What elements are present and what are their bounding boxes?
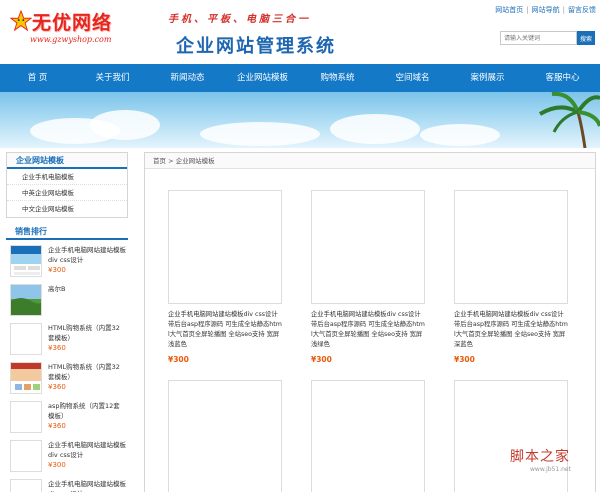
product-thumbnail[interactable] (10, 284, 42, 316)
star-icon (10, 10, 32, 32)
list-item[interactable]: 企业手机电脑网站建站模板div css设计 ¥300 (6, 242, 128, 279)
logo-text: 无优网络 (32, 12, 113, 34)
list-item[interactable]: HTML购物系统（内置32套模板） ¥360 (6, 320, 128, 357)
nav-item-shop[interactable]: 购物系统 (300, 64, 375, 92)
nav-item-about[interactable]: 关于我们 (75, 64, 150, 92)
product-thumbnail[interactable] (10, 401, 42, 433)
category-title: 企业网站模板 (7, 153, 127, 169)
cloud (200, 122, 320, 146)
nav-item-service[interactable]: 客服中心 (525, 64, 600, 92)
product-image[interactable] (454, 190, 568, 304)
main-nav: 首 页 关于我们 新闻动态 企业网站模板 购物系统 空间域名 案例展示 客服中心 (0, 64, 600, 92)
product-card[interactable]: 企业手机电脑网站建站模板div css设计 带后台asp程序源码 可生成全站静态… (168, 190, 282, 364)
top-link-sitemap[interactable]: 网站导航 (532, 6, 560, 14)
sidebar-item-chinese-templates[interactable]: 中文企业网站模板 (7, 201, 127, 217)
product-card[interactable]: 企业手机电脑网站建站模板div css设计 带后台asp程序源码 可生成全站静态… (311, 190, 425, 364)
product-thumbnail[interactable] (10, 245, 42, 277)
product-name[interactable]: 企业手机电脑网站建站模板div css设计 (48, 245, 126, 265)
watermark-url: www.jb51.net (530, 466, 571, 473)
sidebar-item-mobile-templates[interactable]: 企业手机电脑模板 (7, 169, 127, 185)
product-price: ¥300 (48, 461, 66, 469)
product-thumbnail[interactable] (10, 479, 42, 492)
top-link-feedback[interactable]: 留言反馈 (568, 6, 596, 14)
nav-item-templates[interactable]: 企业网站模板 (225, 64, 300, 92)
product-description[interactable]: 企业手机电脑网站建站模板div css设计 带后台asp程序源码 可生成全站静态… (168, 310, 282, 350)
product-price: ¥300 (48, 266, 66, 274)
breadcrumb-separator: > (168, 157, 174, 165)
cloud (330, 114, 420, 144)
list-item[interactable]: 高尔B (6, 281, 128, 318)
watermark: 脚本之家 (510, 449, 570, 465)
top-links: 网站首页 | 网站导航 | 留言反馈 (495, 6, 596, 14)
main-content: 首页 > 企业网站模板 企业手机电脑网站建站模板div css设计 带后台asp… (144, 152, 596, 492)
product-card[interactable]: 企业手机电脑网站建站模板div css设计 带后台asp程序源码 可生成全站静态… (454, 190, 568, 364)
product-name[interactable]: 高尔B (48, 284, 126, 294)
product-image[interactable] (168, 190, 282, 304)
slogan: 手机、平板、电脑三合一 (168, 14, 311, 25)
product-thumbnail[interactable] (10, 440, 42, 472)
list-item[interactable]: HTML购物系统（内置32套模板） ¥360 (6, 359, 128, 396)
search-button[interactable]: 搜索 (577, 31, 595, 45)
product-thumbnail[interactable] (10, 323, 42, 355)
breadcrumb: 首页 > 企业网站模板 (145, 153, 595, 169)
product-card[interactable] (168, 380, 282, 492)
product-price: ¥300 (454, 355, 475, 364)
list-item[interactable]: 企业手机电脑网站建站模板div css设计 (6, 476, 128, 492)
logo-url: www.gzwyshop.com (30, 35, 112, 44)
sidebar-item-bilingual-templates[interactable]: 中英企业网站模板 (7, 185, 127, 201)
nav-item-domains[interactable]: 空间域名 (375, 64, 450, 92)
product-image[interactable] (311, 190, 425, 304)
product-price: ¥300 (311, 355, 332, 364)
list-item[interactable]: asp购物系统（内置12套模板） ¥360 (6, 398, 128, 435)
banner (0, 92, 600, 148)
product-name[interactable]: 企业手机电脑网站建站模板div css设计 (48, 479, 126, 492)
breadcrumb-current: 企业网站模板 (175, 157, 215, 165)
search-bar: 搜索 (500, 31, 595, 45)
product-description[interactable]: 企业手机电脑网站建站模板div css设计 带后台asp程序源码 可生成全站静态… (454, 310, 568, 350)
product-description[interactable]: 企业手机电脑网站建站模板div css设计 带后台asp程序源码 可生成全站静态… (311, 310, 425, 350)
product-name[interactable]: HTML购物系统（内置32套模板） (48, 323, 126, 343)
product-image[interactable] (311, 380, 425, 492)
header: 无优网络 www.gzwyshop.com 手机、平板、电脑三合一 企业网站管理… (0, 0, 600, 64)
product-price: ¥360 (48, 422, 66, 430)
nav-item-news[interactable]: 新闻动态 (150, 64, 225, 92)
product-name[interactable]: HTML购物系统（内置32套模板） (48, 362, 126, 382)
breadcrumb-home[interactable]: 首页 (153, 157, 166, 165)
nav-item-cases[interactable]: 案例展示 (450, 64, 525, 92)
sidebar: 企业网站模板 企业手机电脑模板 中英企业网站模板 中文企业网站模板 销售排行 企… (6, 152, 128, 492)
list-item[interactable]: 企业手机电脑网站建站模板div css设计 ¥300 (6, 437, 128, 474)
product-thumbnail[interactable] (10, 362, 42, 394)
palm-tree-icon (538, 92, 600, 148)
product-image[interactable] (168, 380, 282, 492)
product-name[interactable]: 企业手机电脑网站建站模板div css设计 (48, 440, 126, 460)
product-image[interactable] (454, 380, 568, 492)
nav-item-home[interactable]: 首 页 (0, 64, 75, 92)
product-price: ¥360 (48, 383, 66, 391)
cloud (420, 124, 500, 146)
sales-title: 销售排行 (6, 224, 128, 240)
product-card[interactable] (311, 380, 425, 492)
site-title: 企业网站管理系统 (176, 36, 336, 57)
product-name[interactable]: asp购物系统（内置12套模板） (48, 401, 126, 421)
product-price: ¥300 (168, 355, 189, 364)
top-link-home[interactable]: 网站首页 (495, 6, 523, 14)
cloud (90, 110, 160, 140)
logo[interactable]: 无优网络 www.gzwyshop.com (10, 8, 130, 50)
product-card[interactable] (454, 380, 568, 492)
product-price: ¥360 (48, 344, 66, 352)
search-input[interactable] (500, 31, 577, 45)
category-box: 企业网站模板 企业手机电脑模板 中英企业网站模板 中文企业网站模板 (6, 152, 128, 218)
